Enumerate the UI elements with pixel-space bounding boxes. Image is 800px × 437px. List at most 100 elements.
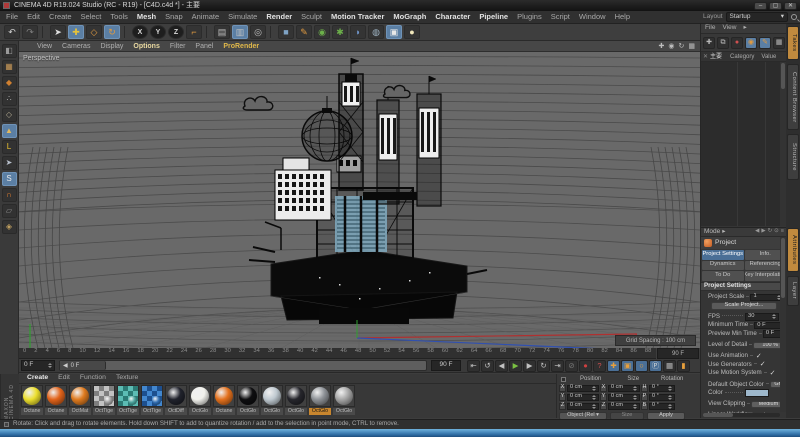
zoom-view-icon[interactable]: ◉ — [668, 43, 674, 50]
keyframe-hud-button[interactable]: ? — [593, 360, 606, 372]
search-icon[interactable] — [791, 14, 797, 20]
take-manager-tree[interactable] — [701, 62, 787, 226]
mode-menu[interactable]: Mode — [704, 229, 720, 236]
attributes-hscrollbar[interactable] — [703, 413, 780, 417]
menu-mograph[interactable]: MoGraph — [393, 13, 426, 21]
spline-pen-icon[interactable]: ✎ — [296, 25, 312, 39]
record-disabled-button[interactable]: ⊘ — [565, 360, 578, 372]
record-take-icon[interactable]: ● — [731, 37, 743, 49]
value-field[interactable]: 30 — [745, 313, 779, 321]
render-picture-viewer-icon[interactable]: ▥ — [232, 25, 248, 39]
timeline-end-field[interactable]: 90 F — [657, 348, 699, 359]
menu-edit[interactable]: Edit — [27, 13, 40, 21]
material-swatch[interactable]: Octane — [45, 385, 67, 418]
list-icon[interactable]: ≡ — [781, 229, 784, 235]
panel-tab-attributes[interactable]: Attributes — [787, 228, 799, 272]
workplane-icon[interactable]: ▱ — [2, 204, 17, 218]
toggle-views-icon[interactable]: ▦ — [688, 43, 695, 50]
texture-mode-icon[interactable]: ◆ — [2, 76, 17, 90]
light-icon[interactable]: ● — [404, 25, 420, 39]
take-item-main[interactable]: 主要 — [710, 54, 722, 60]
axis-mode-icon[interactable]: L — [2, 140, 17, 154]
close-button[interactable]: ✕ — [784, 2, 797, 10]
tab-project-settings[interactable]: Project Settings — [702, 250, 744, 260]
current-frame-field[interactable]: 0 F — [21, 360, 55, 371]
viewport-menu-filter[interactable]: Filter — [170, 43, 186, 50]
play-forward-button[interactable]: ▶ — [509, 360, 522, 372]
rotate-view-icon[interactable]: ↻ — [679, 43, 685, 50]
spinner-icon[interactable] — [668, 395, 672, 400]
tab-dynamics[interactable]: Dynamics — [702, 261, 744, 271]
viewport-menu-view[interactable]: View — [37, 43, 52, 50]
maximize-button[interactable]: ▢ — [769, 2, 782, 10]
material-menu-function[interactable]: Function — [80, 375, 106, 382]
coordinate-value-field[interactable]: 0 ° — [649, 394, 675, 401]
menu-help[interactable]: Help — [615, 13, 630, 21]
next-frame-button[interactable]: ▶ — [523, 360, 536, 372]
points-mode-icon[interactable]: ∴ — [2, 92, 17, 106]
material-swatch[interactable]: OctGlo — [261, 385, 283, 418]
new-take-icon[interactable]: ✚ — [703, 37, 715, 49]
coordinate-value-field[interactable]: 0 cm — [567, 403, 599, 410]
mograph-icon[interactable]: ✱ — [332, 25, 348, 39]
back-icon[interactable]: ◀ — [755, 229, 759, 235]
material-menu-edit[interactable]: Edit — [58, 375, 70, 382]
attr-button-scale-project[interactable]: Scale Project... — [711, 302, 777, 310]
viewport-menu-options[interactable]: Options — [133, 43, 159, 50]
z-axis-lock-icon[interactable]: Z — [168, 25, 184, 39]
loop-button[interactable]: ↻ — [537, 360, 550, 372]
x-axis-lock-icon[interactable]: X — [132, 25, 148, 39]
coordinate-value-field[interactable]: 0 cm — [608, 394, 640, 401]
menu-view[interactable]: View — [722, 25, 736, 32]
menu-window[interactable]: Window — [579, 13, 606, 21]
spinner-icon[interactable] — [592, 395, 596, 400]
material-swatch[interactable]: OctTige — [93, 385, 115, 418]
value-column-header[interactable]: Value — [761, 54, 776, 60]
undo-icon[interactable]: ↶ — [4, 25, 20, 39]
live-selection-icon[interactable]: ➤ — [50, 25, 66, 39]
primitive-cube-icon[interactable]: ■ — [278, 25, 294, 39]
menu-overflow-icon[interactable]: ▸ — [743, 25, 746, 32]
refresh-icon[interactable]: ↻ — [768, 229, 773, 235]
menu-create[interactable]: Create — [49, 13, 72, 21]
lock-icon[interactable]: ⊙ — [774, 229, 779, 235]
menu-animate[interactable]: Animate — [192, 13, 220, 21]
pan-view-icon[interactable]: ✚ — [659, 43, 665, 50]
take-filter-icon[interactable]: ▦ — [773, 37, 785, 49]
color-swatch[interactable] — [745, 389, 769, 397]
material-swatch[interactable]: OctGlo — [189, 385, 211, 418]
render-view-icon[interactable]: ▤ — [214, 25, 230, 39]
goto-start-button[interactable]: ⇤ — [467, 360, 480, 372]
coordinate-value-field[interactable]: 0 cm — [608, 403, 640, 410]
material-swatch[interactable]: Octane — [21, 385, 43, 418]
material-swatch[interactable]: OctDiff — [165, 385, 187, 418]
material-swatch[interactable]: OctTige — [141, 385, 163, 418]
coordinate-value-field[interactable]: 0 ° — [649, 403, 675, 410]
new-child-take-icon[interactable]: ⧉ — [717, 37, 729, 49]
previous-frame-button[interactable]: ◀ — [495, 360, 508, 372]
menu-file[interactable]: File — [705, 25, 715, 32]
coordinates-checkbox[interactable] — [561, 377, 566, 382]
status-checkbox[interactable] — [4, 422, 9, 427]
panel-tab-content-browser[interactable]: Content Browser — [787, 64, 799, 130]
panel-tab-structure[interactable]: Structure — [787, 134, 799, 180]
minimize-button[interactable]: – — [754, 2, 767, 10]
material-swatch[interactable]: OctGlo — [309, 385, 331, 418]
panel-tab-layer[interactable]: Layer — [787, 276, 799, 306]
category-column-header[interactable]: Category — [730, 54, 754, 60]
viewport[interactable]: Perspective Grid Spacing : 100 cm — [19, 52, 700, 348]
menu-render[interactable]: Render — [266, 13, 292, 21]
make-editable-icon[interactable]: ◧ — [2, 44, 17, 58]
material-swatch[interactable]: OctMat — [69, 385, 91, 418]
range-end-field[interactable]: 90 F — [431, 360, 461, 371]
attribute-section-header[interactable]: Project Settings — [701, 282, 787, 291]
redo-icon[interactable]: ↷ — [22, 25, 38, 39]
goto-end-button[interactable]: ⇥ — [551, 360, 564, 372]
menu-snap[interactable]: Snap — [165, 13, 183, 21]
tab-to-do[interactable]: To Do — [702, 271, 744, 281]
menu-file[interactable]: File — [6, 13, 18, 21]
timeline-slider-handle[interactable]: ◀ 0 F — [60, 361, 106, 370]
layout-select[interactable]: Startup ▾ — [726, 12, 788, 22]
menu-pipeline[interactable]: Pipeline — [479, 13, 508, 21]
y-axis-lock-icon[interactable]: Y — [150, 25, 166, 39]
